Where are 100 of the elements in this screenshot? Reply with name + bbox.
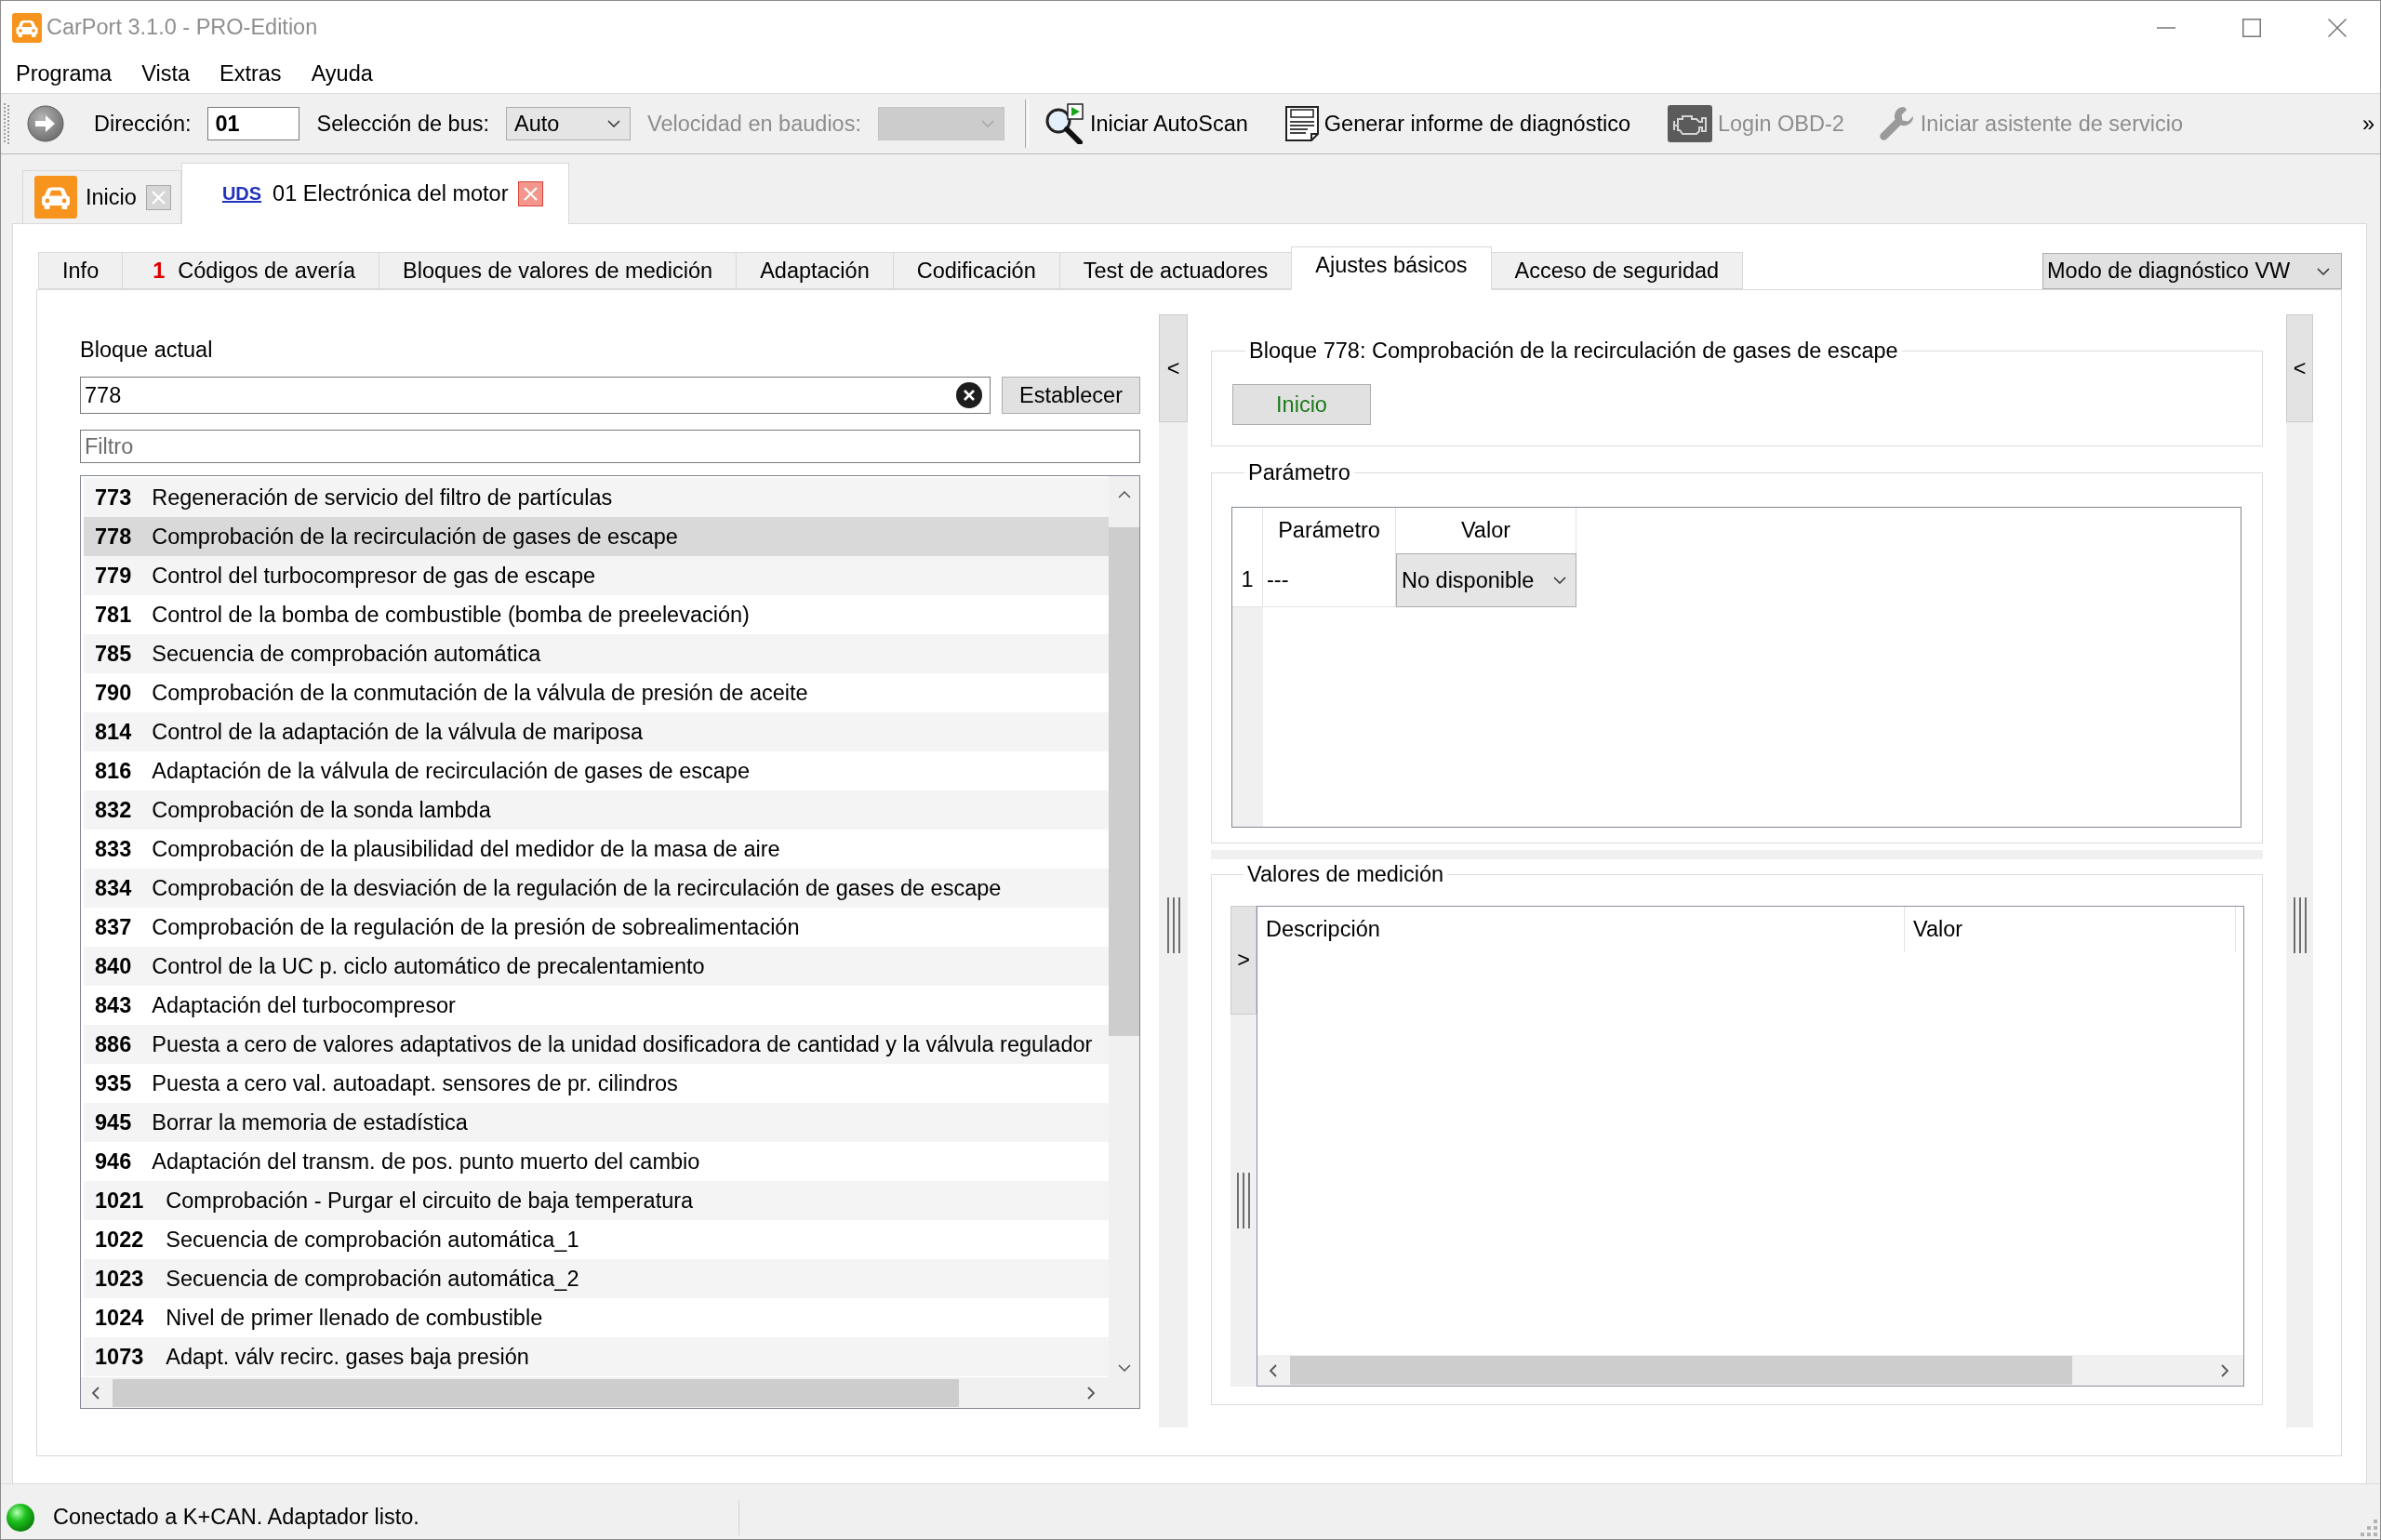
list-row[interactable]: 779 Control del turbocompresor de gas de escape xyxy=(84,556,1109,595)
block-name: Adaptación del transm. de pos. punto muerto del cambio xyxy=(152,1148,700,1175)
scrollbar-thumb[interactable] xyxy=(1109,527,1139,1036)
block-number: 781 xyxy=(95,602,132,628)
diagnostic-mode-select[interactable]: Modo de diagnóstico VW xyxy=(2042,253,2342,289)
tab[interactable]: Bloques de valores de medición xyxy=(379,252,738,289)
menu-item[interactable]: Vista xyxy=(126,60,205,86)
document-tab[interactable]: Inicio xyxy=(22,170,181,223)
chevron-left-icon[interactable] xyxy=(1270,1363,1277,1377)
scrollbar[interactable] xyxy=(81,1377,1139,1408)
scrollbar[interactable] xyxy=(1109,476,1139,1377)
filter-field[interactable]: Filtro xyxy=(80,430,1140,463)
close-icon[interactable] xyxy=(145,184,171,210)
list-row[interactable]: 945 Borrar la memoria de estadística xyxy=(84,1103,1109,1142)
scrollbar-thumb[interactable] xyxy=(1290,1356,2072,1385)
block-number: 1022 xyxy=(95,1227,144,1253)
block-number: 1073 xyxy=(95,1344,144,1370)
group-title: Bloque 778: Comprobación de la recirculación de gases de escape xyxy=(1248,338,1899,364)
column-header: Descripción xyxy=(1257,907,1905,952)
toolbar-button[interactable]: Iniciar AutoScan xyxy=(1043,103,1248,144)
menu-item[interactable]: Extras xyxy=(205,60,297,86)
list-row[interactable]: 832 Comprobación de la sonda lambda xyxy=(84,790,1109,830)
scrollbar-thumb[interactable] xyxy=(113,1378,959,1407)
car-icon xyxy=(12,12,42,43)
chevron-down-icon xyxy=(980,120,994,127)
chevron-left-icon[interactable] xyxy=(92,1386,100,1400)
block-number: 790 xyxy=(95,680,132,706)
grip-icon[interactable] xyxy=(2292,896,2308,953)
block-name: Regeneración de servicio del filtro de partículas xyxy=(152,485,613,511)
chevron-down-icon xyxy=(607,120,620,127)
block-name: Secuencia de comprobación automática_1 xyxy=(166,1227,579,1253)
list-row[interactable]: 778 Comprobación de la recirculación de gases de escape xyxy=(84,517,1109,556)
fault-count: 1 xyxy=(153,258,166,284)
block-name: Comprobación de la recirculación de gases de escape xyxy=(152,524,678,550)
chevron-right-icon[interactable] xyxy=(1087,1386,1095,1400)
block-name: Adaptación del turbocompresor xyxy=(152,992,456,1018)
chevron-up-icon[interactable] xyxy=(1117,491,1131,498)
value-select[interactable]: No disponible xyxy=(1396,553,1576,607)
block-name: Secuencia de comprobación automática_2 xyxy=(166,1266,579,1292)
grip-icon[interactable] xyxy=(1236,1173,1251,1228)
menu-item[interactable]: Programa xyxy=(1,60,127,86)
overflow-button[interactable]: » xyxy=(2361,111,2374,137)
list-row[interactable]: 773 Regeneración de servicio del filtro de partículas xyxy=(84,478,1109,517)
field-label: Bloque actual xyxy=(80,337,213,364)
block-number: 843 xyxy=(95,992,132,1018)
address-field[interactable]: 01 xyxy=(207,107,300,140)
list-row[interactable]: 834 Comprobación de la desviación de la regulación de la recirculación de gases de escape xyxy=(84,869,1109,908)
baud-rate-label: Velocidad en baudios: xyxy=(647,111,861,137)
group-title: Parámetro xyxy=(1247,459,1351,485)
close-icon[interactable] xyxy=(2328,18,2347,37)
document-tab[interactable]: UDS 01 Electrónica del motor xyxy=(180,163,569,224)
resize-grip-icon[interactable] xyxy=(2361,1520,2377,1536)
column-header: Parámetro xyxy=(1263,508,1396,553)
set-button[interactable]: Establecer xyxy=(1002,377,1140,414)
chevron-down-icon[interactable] xyxy=(1117,1364,1131,1372)
block-number: 945 xyxy=(95,1109,132,1135)
block-number: 832 xyxy=(95,797,132,823)
list-row[interactable]: 785 Secuencia de comprobación automática xyxy=(84,634,1109,673)
block-number: 837 xyxy=(95,914,132,940)
tab[interactable]: Test de actuadores xyxy=(1058,252,1293,289)
collapse-button[interactable]: < xyxy=(2286,314,2313,422)
clear-icon[interactable] xyxy=(956,382,982,408)
bus-select[interactable]: Auto xyxy=(506,107,631,140)
maximize-icon[interactable] xyxy=(2242,18,2261,37)
block-number: 886 xyxy=(95,1031,132,1057)
grip-icon[interactable] xyxy=(1165,896,1181,953)
tab[interactable]: Acceso de seguridad xyxy=(1490,252,1744,289)
block-number: 1021 xyxy=(95,1188,144,1214)
chevron-down-icon xyxy=(1553,577,1566,584)
chevron-right-icon[interactable] xyxy=(2221,1363,2228,1377)
grip-icon[interactable] xyxy=(4,101,9,146)
list-row[interactable]: 840 Control de la UC p. ciclo automático de precalentamiento xyxy=(84,947,1109,986)
block-name: Control de la adaptación de la válvula de mariposa xyxy=(152,719,643,745)
tab[interactable]: 1 Códigos de avería xyxy=(122,252,379,289)
engine-icon xyxy=(1668,105,1712,142)
start-button[interactable]: Inicio xyxy=(1232,384,1371,425)
menu-item[interactable]: Ayuda xyxy=(296,60,388,86)
list-row[interactable]: 1023 Secuencia de comprobación automática_2 xyxy=(84,1259,1109,1298)
toolbar-button[interactable]: Generar informe de diagnóstico xyxy=(1284,106,1630,141)
block-number: 779 xyxy=(95,563,132,589)
collapse-button[interactable]: < xyxy=(1159,314,1188,422)
list-row[interactable]: 814 Control de la adaptación de la válvula de mariposa xyxy=(84,712,1109,751)
list-row[interactable]: 1073 Adapt. válv recirc. gases baja presión xyxy=(84,1337,1109,1376)
tab[interactable]: Codificación xyxy=(892,252,1060,289)
tab[interactable]: Info xyxy=(38,252,124,289)
column-header: Valor xyxy=(1905,907,2236,952)
block-number: 834 xyxy=(95,875,132,901)
bus-label: Selección de bus: xyxy=(316,111,489,137)
tab[interactable]: Adaptación xyxy=(736,252,894,289)
list-row[interactable]: 886 Puesta a cero de valores adaptativos de la unidad dosificadora de cantidad y la válvula regulador xyxy=(84,1025,1109,1064)
list-row[interactable]: 1021 Comprobación - Purgar el circuito de baja temperatura xyxy=(84,1181,1109,1220)
scrollbar[interactable] xyxy=(1257,1355,2243,1386)
close-icon[interactable] xyxy=(517,181,543,206)
tab[interactable]: Ajustes básicos xyxy=(1291,246,1492,290)
block-number-field[interactable]: 778 xyxy=(80,377,991,414)
arrow-right-icon[interactable] xyxy=(27,105,64,142)
collapse-button[interactable]: > xyxy=(1230,906,1257,1015)
minimize-icon[interactable] xyxy=(2157,26,2175,29)
address-label: Dirección: xyxy=(94,111,192,137)
block-name: Comprobación - Purgar el circuito de baja temperatura xyxy=(166,1188,694,1214)
